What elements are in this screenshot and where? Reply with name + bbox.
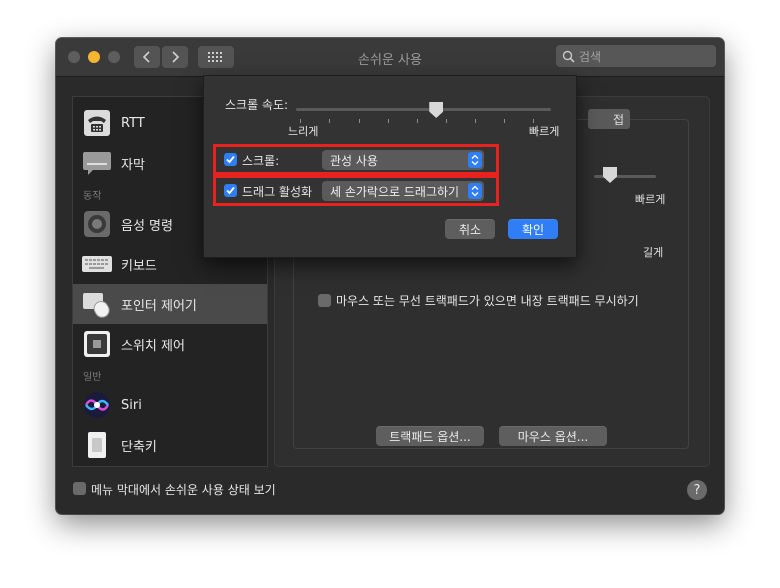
sidebar-item-label: Siri [121,397,142,413]
scroll-mode-value: 관성 사용 [330,153,378,168]
sidebar-item-switch-control[interactable]: 스위치 제어 [73,324,267,364]
slider-tick [504,119,505,123]
trackpad-options-sheet: 스크롤 속도: 느리게 빠르게 스크롤: 관성 사용 드래그 활성화 세 손가락… [203,75,577,258]
sidebar-item-label: 포인터 제어기 [121,298,197,314]
checkmark-icon [226,155,235,164]
speed-fast-label: 빠르게 [635,193,666,206]
slider-tick [475,119,476,123]
search-placeholder: 검색 [579,49,602,64]
tab-fragment[interactable]: 접 [588,109,630,129]
drag-checkbox[interactable] [224,184,237,197]
slider-tick [417,119,418,123]
show-status-label: 메뉴 막대에서 손쉬운 사용 상태 보기 [91,483,276,497]
siri-icon [82,390,112,420]
scroll-speed-label: 스크롤 속도: [225,98,289,112]
popup-arrows-icon [468,183,482,199]
shortcut-icon [82,430,112,460]
fast-label: 빠르게 [529,125,560,138]
slider-tick [359,119,360,123]
section-general: 일반 [83,372,102,383]
slow-label: 느리게 [288,125,319,138]
popup-arrows-icon [468,152,482,168]
ok-button[interactable]: 확인 [508,219,558,239]
mouse-options-button[interactable]: 마우스 옵션... [499,426,607,446]
keyboard-icon [82,249,112,279]
sidebar-item-siri[interactable]: Siri [73,385,267,425]
scroll-checkbox[interactable] [224,153,237,166]
sidebar-item-label: 키보드 [121,258,157,274]
drag-mode-popup[interactable]: 세 손가락으로 드래그하기 [322,181,484,201]
cancel-button[interactable]: 취소 [445,219,495,239]
sidebar-item-shortcut[interactable]: 단축키 [73,425,267,465]
captions-icon [82,148,112,178]
sidebar-item-label: 음성 명령 [121,218,173,234]
checkmark-icon [226,186,235,195]
sidebar-item-label: 스위치 제어 [121,338,185,354]
search-field[interactable]: 검색 [556,45,716,67]
speed-slider-knob[interactable] [603,167,617,183]
tty-phone-icon [82,108,112,138]
drag-checkbox-label: 드래그 활성화 [242,185,313,199]
help-button[interactable]: ? [687,480,707,500]
slider-tick [446,119,447,123]
show-status-checkbox[interactable] [73,482,86,495]
voice-control-icon [82,209,112,239]
section-motor: 동작 [83,191,102,202]
speed-long-label: 길게 [643,246,664,259]
scroll-mode-popup[interactable]: 관성 사용 [322,150,484,170]
ignore-trackpad-checkbox[interactable] [318,294,331,307]
switch-control-icon [82,329,112,359]
sidebar-item-label: 자막 [121,157,145,173]
sidebar-item-pointer-control[interactable]: 포인터 제어기 [73,284,267,324]
drag-mode-value: 세 손가락으로 드래그하기 [330,184,460,199]
title-bar: 손쉬운 사용 검색 [56,38,724,77]
sidebar-item-label: RTT [121,115,145,131]
slider-tick [329,119,330,123]
sidebar-item-label: 단축키 [121,439,157,455]
pointer-control-icon [82,289,112,319]
scroll-checkbox-label: 스크롤: [242,154,280,168]
slider-tick [388,119,389,123]
search-icon [562,50,575,63]
ignore-trackpad-label: 마우스 또는 무선 트랙패드가 있으면 내장 트랙패드 무시하기 [336,294,639,308]
scroll-speed-track[interactable] [296,108,551,111]
trackpad-options-button[interactable]: 트랙패드 옵션... [376,426,484,446]
scroll-speed-knob[interactable] [429,102,444,118]
